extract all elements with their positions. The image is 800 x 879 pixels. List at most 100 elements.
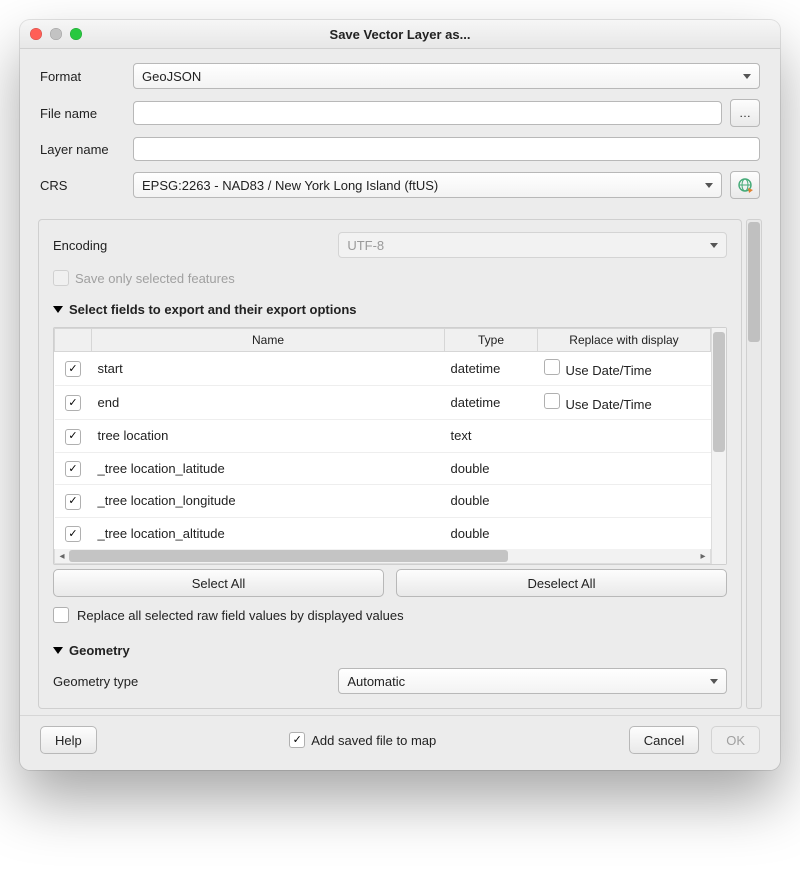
help-button[interactable]: Help xyxy=(40,726,97,754)
fields-vscroll[interactable] xyxy=(711,328,726,564)
field-name: end xyxy=(92,386,445,420)
chevron-down-icon xyxy=(710,679,718,684)
fields-table-wrap: Name Type Replace with display ✓ startdat… xyxy=(53,327,727,565)
field-type: datetime xyxy=(445,352,538,386)
field-display-cell xyxy=(538,420,711,453)
field-checkbox[interactable]: ✓ xyxy=(65,494,81,510)
encoding-label: Encoding xyxy=(53,238,338,253)
fields-section-header[interactable]: Select fields to export and their export… xyxy=(53,302,727,317)
field-name: _tree location_latitude xyxy=(92,452,445,485)
save-selected-row: ✓ Save only selected features xyxy=(53,270,727,286)
geometry-section-title: Geometry xyxy=(69,643,130,658)
encoding-value: UTF-8 xyxy=(347,238,384,253)
field-name: tree location xyxy=(92,420,445,453)
field-checkbox[interactable]: ✓ xyxy=(65,395,81,411)
fields-table-header-name[interactable]: Name xyxy=(92,329,445,352)
vscroll-thumb[interactable] xyxy=(713,332,725,452)
bottom-bar: Help ✓ Add saved file to map Cancel OK xyxy=(20,715,780,770)
crs-value: EPSG:2263 - NAD83 / New York Long Island… xyxy=(142,178,438,193)
format-label: Format xyxy=(40,69,125,84)
field-type: double xyxy=(445,517,538,549)
field-name: _tree location_longitude xyxy=(92,485,445,518)
field-display-cell: ✓ Use Date/Time xyxy=(538,386,711,420)
titlebar: Save Vector Layer as... xyxy=(20,20,780,49)
chevron-down-icon xyxy=(710,243,718,248)
table-row[interactable]: ✓ startdatetime ✓ Use Date/Time xyxy=(55,352,711,386)
geometry-type-select[interactable]: Automatic xyxy=(338,668,727,694)
options-panel: Encoding UTF-8 ✓ Save only selected feat… xyxy=(38,219,742,709)
field-checkbox[interactable]: ✓ xyxy=(65,361,81,377)
fields-table-header-display[interactable]: Replace with display xyxy=(538,329,711,352)
field-display-cell xyxy=(538,517,711,549)
scroll-left-icon[interactable]: ◂ xyxy=(55,551,69,562)
fields-table: Name Type Replace with display ✓ startdat… xyxy=(54,328,711,549)
hscroll-thumb[interactable] xyxy=(69,550,508,562)
replace-all-checkbox[interactable]: ✓ xyxy=(53,607,69,623)
deselect-all-button[interactable]: Deselect All xyxy=(396,569,727,597)
add-to-map-checkbox[interactable]: ✓ xyxy=(289,732,305,748)
layername-input[interactable] xyxy=(133,137,760,161)
format-value: GeoJSON xyxy=(142,69,201,84)
fields-table-header-chk xyxy=(55,329,92,352)
close-icon[interactable] xyxy=(30,28,42,40)
field-checkbox[interactable]: ✓ xyxy=(65,429,81,445)
field-type: double xyxy=(445,452,538,485)
globe-icon xyxy=(737,177,753,193)
geometry-section-header[interactable]: Geometry xyxy=(53,643,727,658)
field-name: _tree location_altitude xyxy=(92,517,445,549)
browse-button[interactable]: … xyxy=(730,99,760,127)
minimize-icon xyxy=(50,28,62,40)
field-display-checkbox[interactable]: ✓ xyxy=(544,359,560,375)
field-display-label: Use Date/Time xyxy=(566,397,652,412)
window-controls xyxy=(30,28,82,40)
layername-label: Layer name xyxy=(40,142,125,157)
window-title: Save Vector Layer as... xyxy=(20,27,780,42)
add-to-map-label: Add saved file to map xyxy=(311,733,436,748)
table-row[interactable]: ✓ _tree location_altitudedouble xyxy=(55,517,711,549)
format-select[interactable]: GeoJSON xyxy=(133,63,760,89)
options-vscroll-thumb[interactable] xyxy=(748,222,760,342)
field-display-cell xyxy=(538,452,711,485)
options-vscroll[interactable] xyxy=(746,219,762,709)
field-display-label: Use Date/Time xyxy=(566,363,652,378)
dialog-window: Save Vector Layer as... Format GeoJSON F… xyxy=(20,20,780,770)
table-row[interactable]: ✓ _tree location_latitudedouble xyxy=(55,452,711,485)
ok-button: OK xyxy=(711,726,760,754)
geometry-type-value: Automatic xyxy=(347,674,405,689)
select-all-button[interactable]: Select All xyxy=(53,569,384,597)
field-name: start xyxy=(92,352,445,386)
crs-select[interactable]: EPSG:2263 - NAD83 / New York Long Island… xyxy=(133,172,722,198)
table-row[interactable]: ✓ _tree location_longitudedouble xyxy=(55,485,711,518)
field-display-cell xyxy=(538,485,711,518)
fields-hscroll[interactable]: ◂ ▸ xyxy=(54,549,711,564)
fields-table-header-type[interactable]: Type xyxy=(445,329,538,352)
chevron-down-icon xyxy=(705,183,713,188)
field-type: text xyxy=(445,420,538,453)
ellipsis-icon: … xyxy=(739,106,751,120)
field-type: double xyxy=(445,485,538,518)
geometry-type-label: Geometry type xyxy=(53,674,328,689)
filename-input[interactable] xyxy=(133,101,722,125)
field-display-cell: ✓ Use Date/Time xyxy=(538,352,711,386)
encoding-select: UTF-8 xyxy=(338,232,727,258)
field-type: datetime xyxy=(445,386,538,420)
disclosure-triangle-icon xyxy=(53,306,63,313)
save-selected-label: Save only selected features xyxy=(75,271,235,286)
top-form: Format GeoJSON File name … Layer name CR… xyxy=(20,49,780,219)
filename-label: File name xyxy=(40,106,125,121)
disclosure-triangle-icon xyxy=(53,647,63,654)
crs-picker-button[interactable] xyxy=(730,171,760,199)
table-row[interactable]: ✓ enddatetime ✓ Use Date/Time xyxy=(55,386,711,420)
replace-all-label: Replace all selected raw field values by… xyxy=(77,608,404,623)
chevron-down-icon xyxy=(743,74,751,79)
save-selected-checkbox: ✓ xyxy=(53,270,69,286)
crs-label: CRS xyxy=(40,178,125,193)
field-checkbox[interactable]: ✓ xyxy=(65,461,81,477)
field-display-checkbox[interactable]: ✓ xyxy=(544,393,560,409)
maximize-icon[interactable] xyxy=(70,28,82,40)
fields-section-title: Select fields to export and their export… xyxy=(69,302,357,317)
scroll-right-icon[interactable]: ▸ xyxy=(696,551,710,562)
table-row[interactable]: ✓ tree locationtext xyxy=(55,420,711,453)
field-checkbox[interactable]: ✓ xyxy=(65,526,81,542)
cancel-button[interactable]: Cancel xyxy=(629,726,699,754)
